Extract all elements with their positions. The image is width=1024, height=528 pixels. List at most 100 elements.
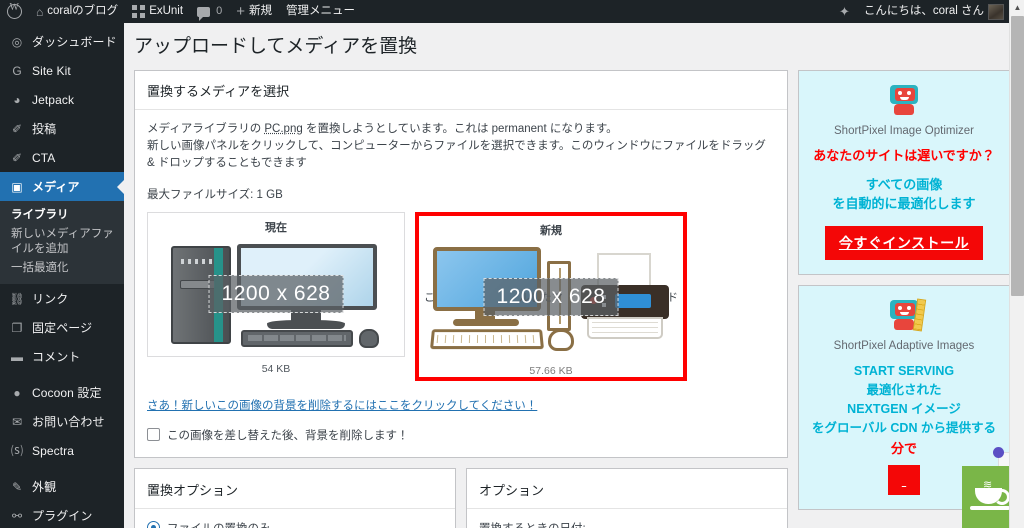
plugin-icon: ⚯	[11, 508, 23, 523]
sidebar-item-posts[interactable]: ✐ 投稿	[0, 114, 124, 143]
sidebar-item-cta[interactable]: ✐ CTA	[0, 143, 124, 172]
plus-icon: +	[236, 3, 245, 20]
new-filesize: 57.66 KB	[529, 364, 573, 377]
sidebar-item-label: Jetpack	[32, 92, 75, 107]
widget-1-headline: あなたのサイトは遅いですか？	[813, 147, 995, 163]
home-icon: ⌂	[36, 4, 44, 19]
sidebar-item-spectra[interactable]: ⒮ Spectra	[0, 436, 124, 465]
sidebar-item-links[interactable]: ⛓ リンク	[0, 284, 124, 313]
sidebar-subitem-add-new[interactable]: 新しいメディアファイルを追加	[0, 225, 124, 259]
remove-background-checkbox-row[interactable]: この画像を差し替えた後、背景を削除します！	[147, 427, 775, 443]
desc-line1-mid: を置換しようとしています。これは	[302, 122, 492, 135]
avatar	[988, 3, 1004, 20]
new-monitor-base	[453, 319, 519, 327]
printer-lcd-screen	[615, 294, 651, 309]
current-image-label: 現在	[265, 221, 287, 234]
sidebar-item-plugins[interactable]: ⚯ プラグイン	[0, 501, 124, 528]
current-image-panel: 現在 1200 x 628 54 KB	[147, 211, 405, 375]
image-compare: 現在 1200 x 628 54 KB 新規 こ 1200 x 628 57.6…	[147, 211, 775, 381]
replace-options-heading: 置換オプション	[135, 469, 455, 509]
page-icon: ❐	[11, 320, 23, 335]
admin-menu-button[interactable]: 管理メニュー	[279, 0, 362, 23]
spectra-icon: ⒮	[10, 443, 23, 458]
desc-line1-pre: メディアライブラリの	[147, 122, 265, 135]
new-content-button[interactable]: + 新規	[229, 0, 279, 23]
sidebar-item-pages[interactable]: ❐ 固定ページ	[0, 313, 124, 342]
new-mouse-shape	[548, 329, 574, 352]
pc-tower-leds	[181, 259, 215, 265]
shortpixel-robot-ruler-icon	[886, 298, 927, 332]
appearance-brush-icon: ✎	[11, 479, 23, 494]
exunit-button[interactable]: ExUnit	[125, 0, 190, 23]
site-name-label: coralのブログ	[47, 5, 119, 17]
mail-icon: ✉	[11, 414, 23, 429]
pin-icon: ✐	[11, 150, 23, 165]
widget-2-name: ShortPixel Adaptive Images	[833, 339, 975, 352]
sidebar-item-media[interactable]: ▣ メディア	[0, 172, 124, 201]
grid-icon	[132, 5, 146, 18]
install-now-button[interactable]: 今すぐインストール	[824, 225, 984, 260]
media-icon: ▣	[11, 179, 23, 194]
new-image-label: 新規	[540, 224, 562, 237]
coffee-cup-icon	[975, 488, 1010, 505]
pin-icon: ✐	[11, 121, 23, 136]
link-icon: ⛓	[9, 291, 25, 306]
options-box: オプション 置換するときの日付:	[466, 467, 788, 528]
sidebar-item-contact[interactable]: ✉ お問い合わせ	[0, 407, 124, 436]
sidebar-subitem-library[interactable]: ライブラリ	[0, 206, 124, 225]
sidebar-separator	[0, 465, 124, 472]
replace-file-only-radio[interactable]	[147, 521, 160, 528]
screen: ⌂ coralのブログ ExUnit 0 + 新規 管理メニュー ✦ こんにちは…	[0, 0, 1024, 528]
admin-menu-label: 管理メニュー	[285, 5, 355, 17]
replace-file-only-radio-row[interactable]: ファイルの置換のみ	[147, 520, 443, 528]
cocoon-icon: ●	[13, 385, 21, 400]
notification-dot-icon[interactable]	[993, 447, 1004, 458]
sidebar-item-label: Spectra	[32, 443, 75, 458]
sidebar-item-site-kit[interactable]: G Site Kit	[0, 56, 124, 85]
comments-button[interactable]: 0	[190, 0, 229, 23]
new-image-panel[interactable]: 新規 こ たはド	[415, 211, 687, 381]
comment-icon: ▬	[11, 349, 23, 364]
replace-description: メディアライブラリの PC.png を置換しようとしています。これは perma…	[147, 121, 775, 172]
new-image-stage: こ たはド	[423, 240, 679, 355]
current-dimensions-badge: 1200 x 628	[208, 275, 344, 314]
sidebar-item-comments[interactable]: ▬ コメント	[0, 342, 124, 371]
scrollbar-thumb[interactable]	[1011, 16, 1024, 296]
scroll-up-arrow-icon[interactable]: ▲	[1010, 0, 1024, 15]
site-name-button[interactable]: ⌂ coralのブログ	[29, 0, 125, 23]
sidebar-subitem-bulk-optimize[interactable]: 一括最適化	[0, 259, 124, 278]
dashboard-icon: ◎	[11, 34, 23, 49]
options-heading: オプション	[467, 469, 787, 509]
sidebar-item-label: 外観	[32, 480, 57, 494]
remove-background-link[interactable]: さあ！新しいこの画像の背景を削除するにはここをクリックしてください！	[147, 397, 775, 413]
sidebar-item-jetpack[interactable]: ◕ Jetpack	[0, 85, 124, 114]
remove-background-checkbox[interactable]	[147, 428, 160, 442]
site-kit-icon: G	[12, 63, 22, 78]
admin-sidebar: ◎ ダッシュボード G Site Kit ◕ Jetpack ✐ 投稿 ✐ CT…	[0, 23, 124, 528]
widget-1-name: ShortPixel Image Optimizer	[834, 124, 974, 137]
sidebar-item-label: 投稿	[32, 122, 57, 136]
sidebar-submenu-media: ライブラリ 新しいメディアファイルを追加 一括最適化	[0, 201, 124, 284]
page-scrollbar[interactable]: ▲	[1009, 0, 1024, 528]
sidebar-item-appearance[interactable]: ✎ 外観	[0, 472, 124, 501]
current-image-stage: 1200 x 628	[152, 237, 400, 352]
comment-bubble-icon	[197, 6, 211, 21]
new-keyboard-shape	[430, 329, 544, 350]
sparkle-button[interactable]: ✦	[832, 0, 857, 23]
sidebar-item-label: Site Kit	[32, 63, 71, 78]
desc-line2: 新しい画像パネルをクリックして、コンピューターからファイルを選択できます。このウ…	[147, 139, 766, 169]
wp-logo-button[interactable]	[0, 0, 29, 23]
sidebar-item-cocoon-settings[interactable]: ● Cocoon 設定	[0, 378, 124, 407]
widget-2-line-2: 最適化された	[866, 382, 942, 397]
pc-keyboard-shape	[241, 330, 353, 348]
sidebar-item-dashboard[interactable]: ◎ ダッシュボード	[0, 27, 124, 56]
new-label: 新規	[248, 5, 272, 17]
account-button[interactable]: こんにちは、coral さん	[857, 0, 1024, 23]
pc-mouse-shape	[359, 329, 379, 349]
widget-1-subline-2: を自動的に最適化します	[832, 195, 976, 211]
widget-2-cta-button[interactable]	[887, 464, 921, 495]
pc-monitor-base	[267, 320, 345, 330]
widget-2-line-3: NEXTGEN イメージ	[847, 401, 961, 416]
new-image-frame[interactable]: 新規 こ たはド	[419, 215, 683, 359]
printer-output-tray	[587, 317, 663, 340]
